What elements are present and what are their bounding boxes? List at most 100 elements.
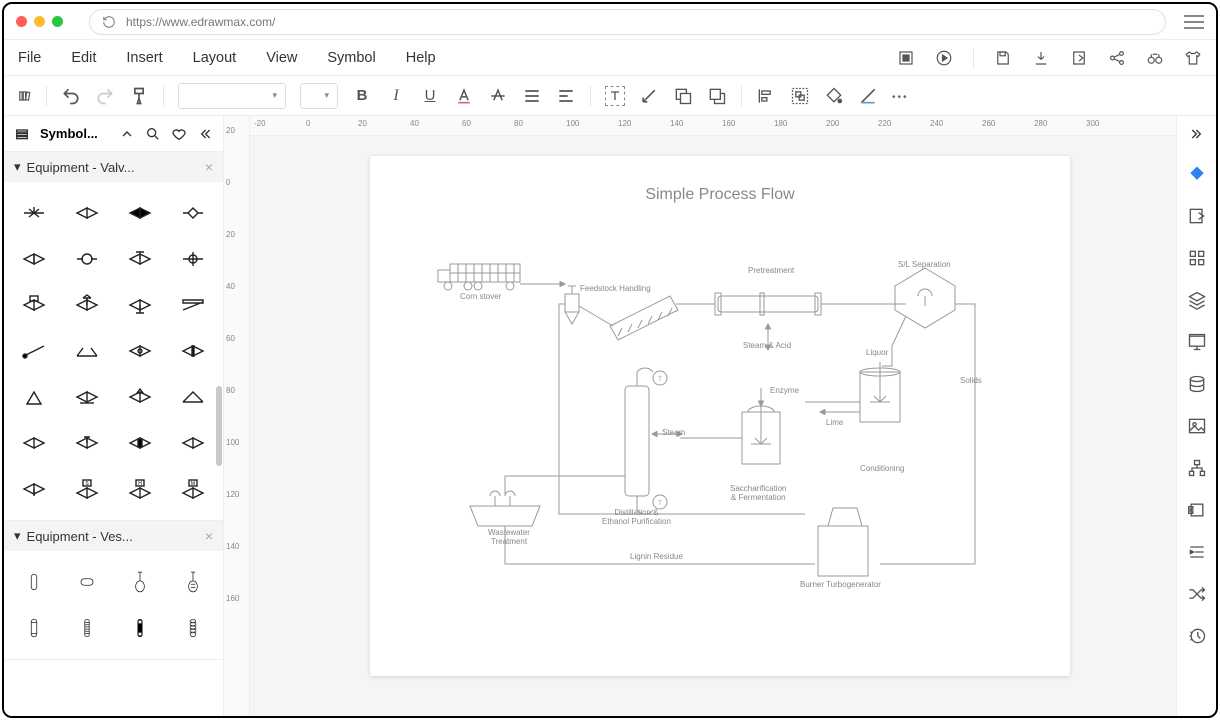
vessel-symbol[interactable] — [61, 605, 114, 651]
fill-button[interactable] — [824, 86, 844, 106]
export-panel-icon[interactable] — [1187, 206, 1207, 226]
palette-group-vessels-header[interactable]: ▾Equipment - Ves...× — [4, 521, 223, 551]
valve-symbol[interactable] — [114, 420, 167, 466]
valve-symbol[interactable] — [61, 420, 114, 466]
valve-symbol[interactable] — [61, 374, 114, 420]
italic-button[interactable]: I — [386, 86, 406, 106]
play-icon[interactable] — [935, 49, 953, 67]
collapse-right-icon[interactable] — [1189, 126, 1205, 142]
vessel-symbol[interactable] — [166, 559, 219, 605]
vessel-symbol[interactable] — [166, 605, 219, 651]
menu-layout[interactable]: Layout — [193, 50, 237, 66]
indent-icon[interactable] — [1187, 542, 1207, 562]
valve-symbol[interactable] — [114, 374, 167, 420]
browser-menu-button[interactable] — [1184, 15, 1204, 29]
sitemap-icon[interactable] — [1187, 458, 1207, 478]
valve-symbol[interactable] — [8, 374, 61, 420]
format-painter-button[interactable] — [129, 86, 149, 106]
image-icon[interactable] — [1187, 416, 1207, 436]
canvas[interactable]: Simple Process Flow — [250, 136, 1176, 716]
valve-symbol[interactable]: S — [61, 466, 114, 512]
download-icon[interactable] — [1032, 49, 1050, 67]
capture-icon[interactable] — [897, 49, 915, 67]
grid-icon[interactable] — [1187, 248, 1207, 268]
collapse-up-icon[interactable] — [119, 126, 135, 142]
valve-symbol[interactable] — [8, 236, 61, 282]
valve-symbol[interactable] — [8, 328, 61, 374]
share-icon[interactable] — [1108, 49, 1126, 67]
palette-group-valves-header[interactable]: ▾Equipment - Valv...× — [4, 152, 223, 182]
connector-tool-button[interactable] — [639, 86, 659, 106]
font-color-button[interactable] — [454, 86, 474, 106]
valve-symbol[interactable]: H — [114, 466, 167, 512]
valve-symbol[interactable] — [8, 282, 61, 328]
collapse-left-icon[interactable] — [197, 126, 213, 142]
group-button[interactable] — [790, 86, 810, 106]
vessel-symbol[interactable] — [114, 605, 167, 651]
valve-symbol[interactable] — [61, 282, 114, 328]
menu-edit[interactable]: Edit — [71, 50, 96, 66]
menu-symbol[interactable]: Symbol — [327, 50, 375, 66]
valve-symbol[interactable] — [114, 282, 167, 328]
front-button[interactable] — [707, 86, 727, 106]
align-h-button[interactable] — [522, 86, 542, 106]
database-icon[interactable] — [1187, 374, 1207, 394]
binoculars-icon[interactable] — [1146, 49, 1164, 67]
behind-button[interactable] — [673, 86, 693, 106]
close-window-button[interactable] — [16, 16, 27, 27]
minimize-window-button[interactable] — [34, 16, 45, 27]
history-icon[interactable] — [1187, 626, 1207, 646]
search-icon[interactable] — [145, 126, 161, 142]
more-button[interactable] — [892, 87, 909, 105]
shuffle-icon[interactable] — [1187, 584, 1207, 604]
font-size-select[interactable] — [300, 83, 338, 109]
menu-view[interactable]: View — [266, 50, 297, 66]
heart-icon[interactable] — [171, 126, 187, 142]
valve-symbol[interactable]: M — [166, 466, 219, 512]
valve-symbol[interactable] — [166, 420, 219, 466]
valve-symbol[interactable] — [114, 236, 167, 282]
align-v-button[interactable] — [556, 86, 576, 106]
close-group-icon[interactable]: × — [205, 528, 213, 544]
vessel-symbol[interactable] — [8, 605, 61, 651]
save-icon[interactable] — [994, 49, 1012, 67]
valve-symbol[interactable] — [61, 236, 114, 282]
valve-symbol[interactable] — [61, 328, 114, 374]
valve-symbol[interactable] — [166, 282, 219, 328]
line-color-button[interactable] — [858, 86, 878, 106]
valve-symbol[interactable] — [166, 190, 219, 236]
valve-symbol[interactable] — [166, 328, 219, 374]
text-tool-button[interactable] — [605, 86, 625, 106]
valve-symbol[interactable] — [61, 190, 114, 236]
close-group-icon[interactable]: × — [205, 159, 213, 175]
theme-icon[interactable] — [1187, 164, 1207, 184]
vessel-symbol[interactable] — [61, 559, 114, 605]
font-family-select[interactable] — [178, 83, 286, 109]
tshirt-icon[interactable] — [1184, 49, 1202, 67]
valve-symbol[interactable] — [166, 374, 219, 420]
maximize-window-button[interactable] — [52, 16, 63, 27]
align-objects-button[interactable] — [756, 86, 776, 106]
component-icon[interactable] — [1187, 500, 1207, 520]
valve-symbol[interactable] — [114, 190, 167, 236]
menu-insert[interactable]: Insert — [126, 50, 162, 66]
redo-button[interactable] — [95, 86, 115, 106]
valve-symbol[interactable] — [166, 236, 219, 282]
strike-button[interactable] — [488, 86, 508, 106]
layers-icon[interactable] — [1187, 290, 1207, 310]
presentation-icon[interactable] — [1187, 332, 1207, 352]
menu-file[interactable]: File — [18, 50, 41, 66]
valve-symbol[interactable] — [114, 328, 167, 374]
library-toggle-icon[interactable] — [14, 126, 30, 142]
bold-button[interactable]: B — [352, 86, 372, 106]
menu-help[interactable]: Help — [406, 50, 436, 66]
valve-symbol[interactable] — [8, 466, 61, 512]
panel-scrollbar[interactable] — [216, 156, 222, 712]
valve-symbol[interactable] — [8, 190, 61, 236]
vessel-symbol[interactable] — [8, 559, 61, 605]
valve-symbol[interactable] — [8, 420, 61, 466]
page[interactable]: Simple Process Flow — [370, 156, 1070, 676]
library-icon[interactable] — [18, 86, 32, 106]
export-icon[interactable] — [1070, 49, 1088, 67]
underline-button[interactable]: U — [420, 86, 440, 106]
